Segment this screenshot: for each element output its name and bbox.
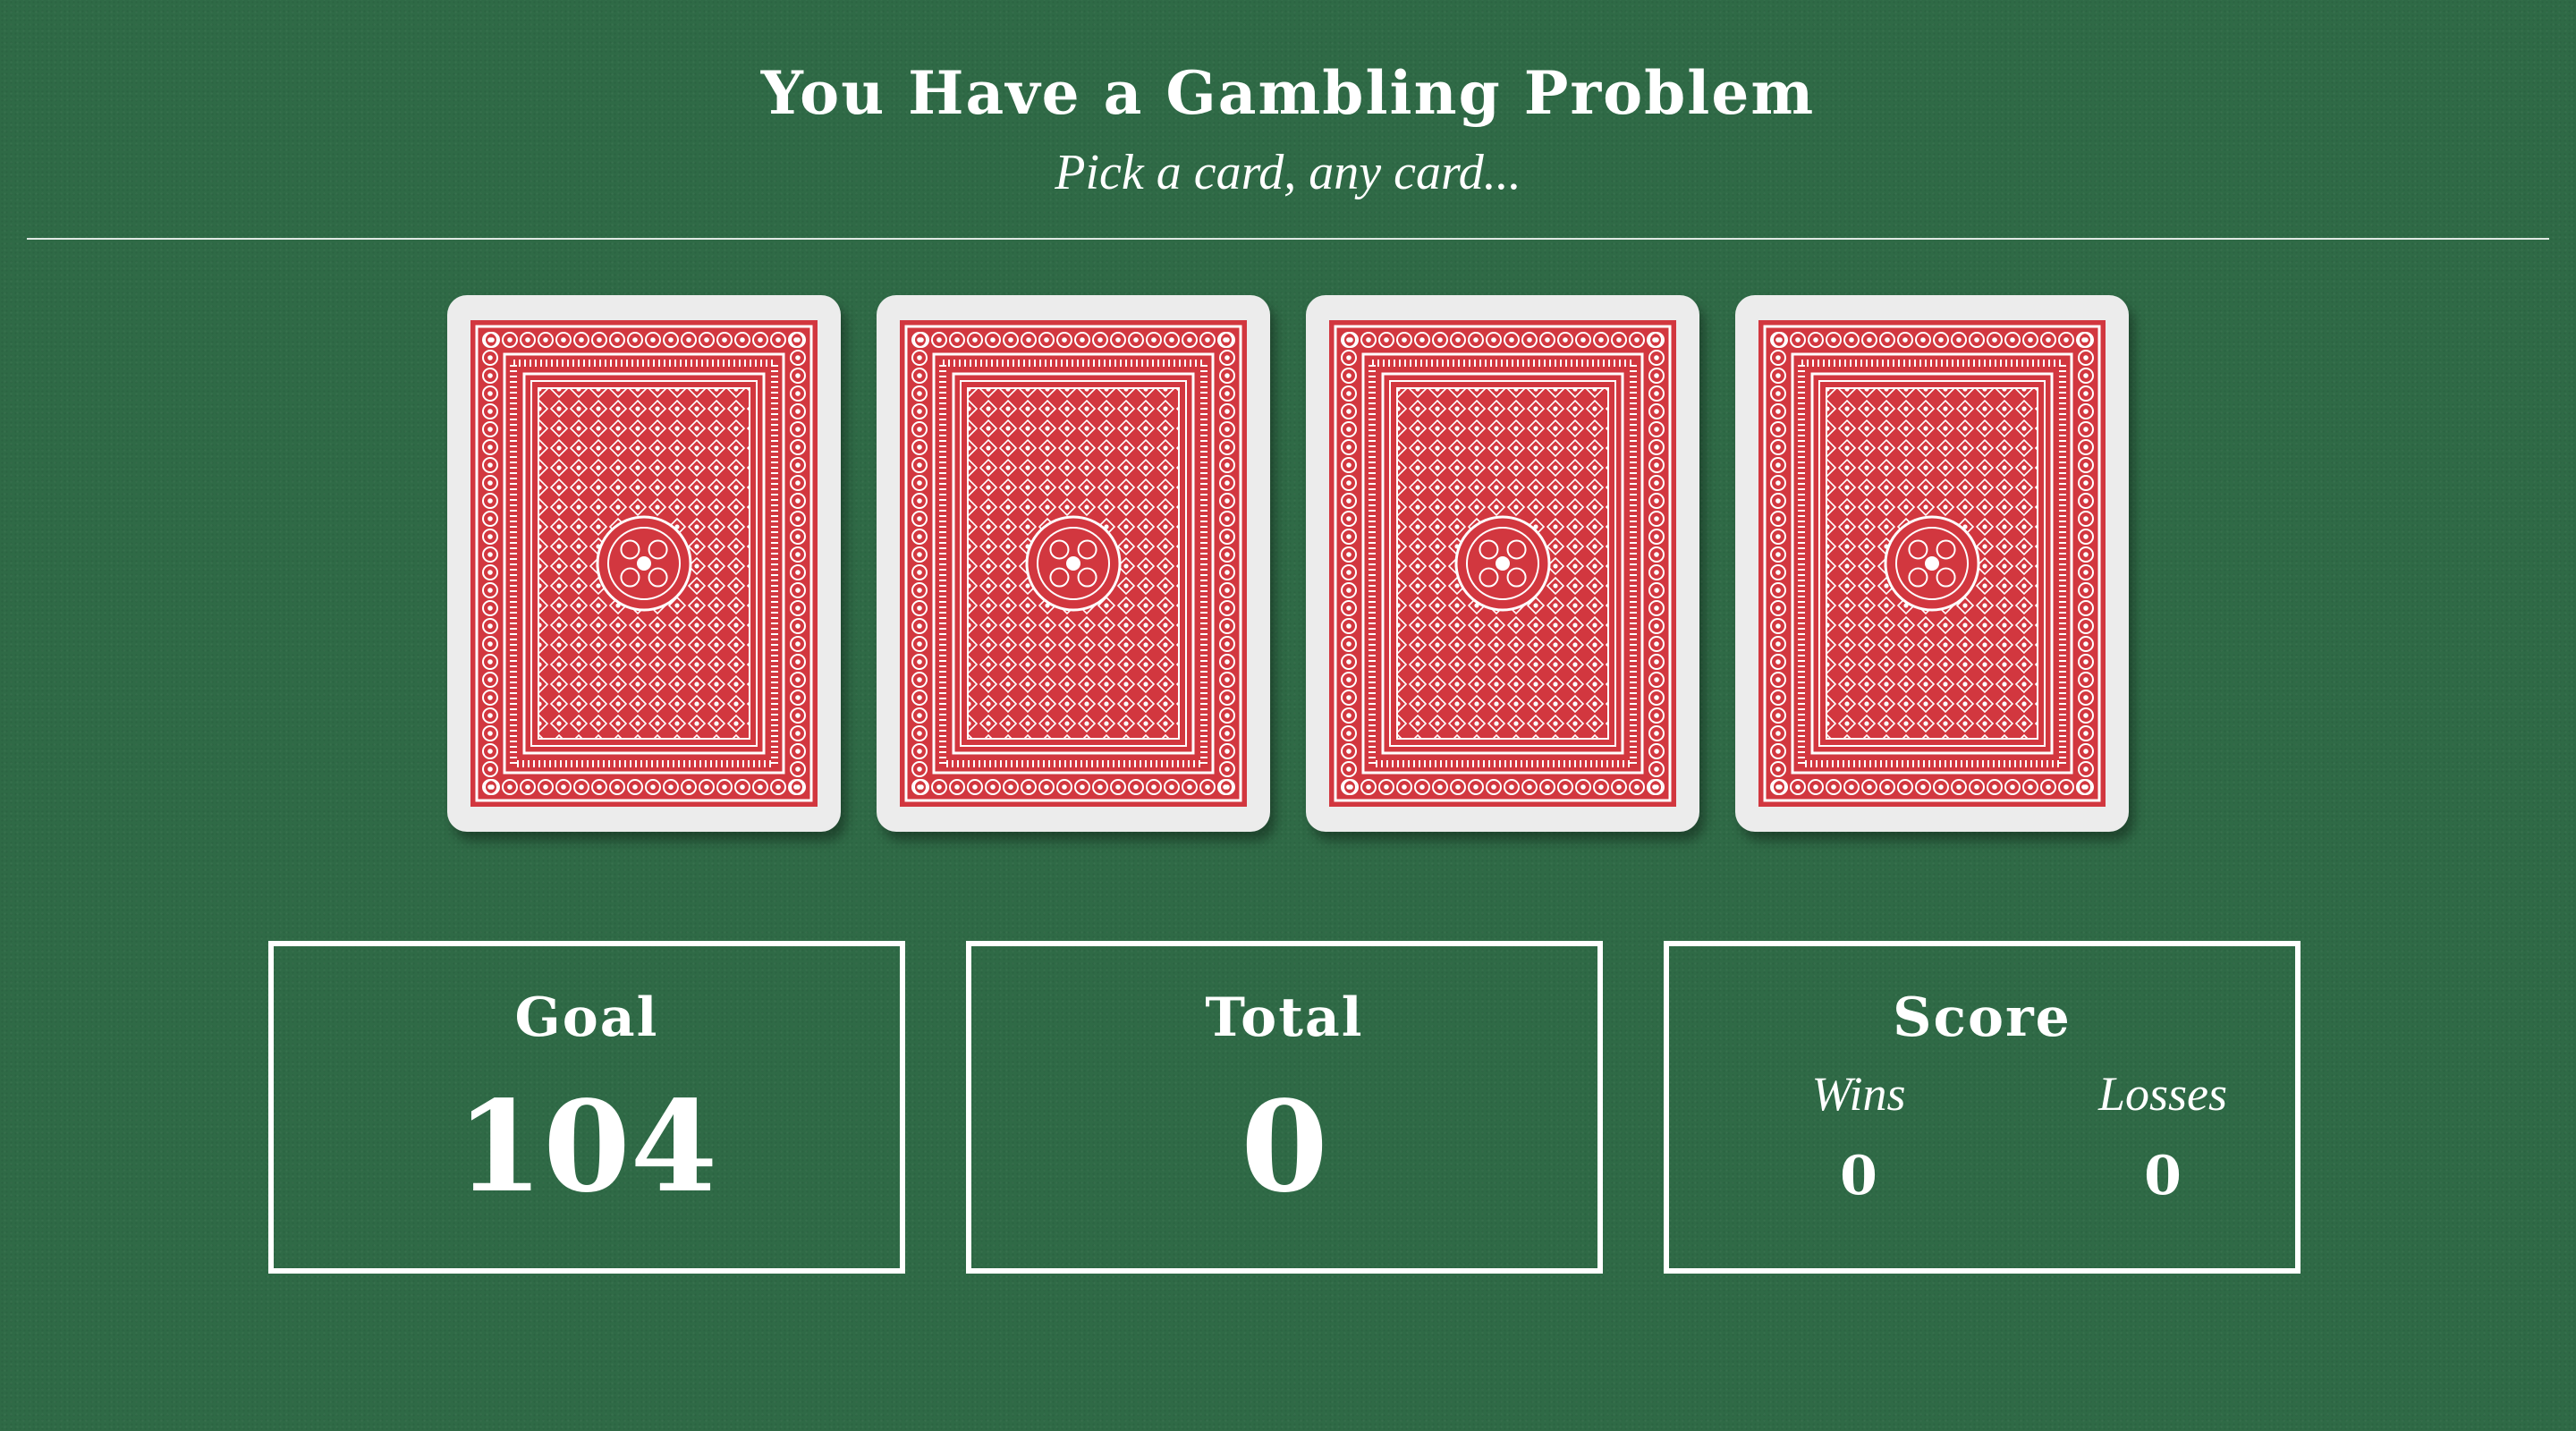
losses-label: Losses xyxy=(2097,1067,2228,1121)
total-label: Total xyxy=(1205,986,1364,1049)
card-back-pattern xyxy=(470,320,818,807)
card-row xyxy=(0,295,2576,832)
wins-value: 0 xyxy=(1840,1145,1877,1207)
page-subtitle: Pick a card, any card... xyxy=(1055,145,1521,200)
card-back-pattern xyxy=(900,320,1247,807)
goal-value: 104 xyxy=(455,1074,718,1221)
losses-column: Losses 0 xyxy=(2055,1063,2270,1209)
card-3[interactable] xyxy=(1306,295,1699,832)
losses-value: 0 xyxy=(2144,1145,2182,1207)
page-title: You Have a Gambling Problem xyxy=(760,58,1816,128)
goal-label: Goal xyxy=(514,986,659,1049)
goal-panel: Goal 104 xyxy=(268,941,905,1274)
header-divider xyxy=(27,238,2549,240)
total-value: 0 xyxy=(1241,1074,1328,1221)
score-label: Score xyxy=(1893,986,2072,1049)
card-1[interactable] xyxy=(447,295,841,832)
header: You Have a Gambling Problem Pick a card,… xyxy=(0,0,2576,240)
card-2[interactable] xyxy=(877,295,1270,832)
score-panel: Score Wins 0 Losses 0 xyxy=(1664,941,2301,1274)
wins-label: Wins xyxy=(1811,1067,1906,1121)
card-back-pattern xyxy=(1758,320,2106,807)
card-back-pattern xyxy=(1329,320,1676,807)
card-4[interactable] xyxy=(1735,295,2129,832)
total-panel: Total 0 xyxy=(966,941,1603,1274)
wins-column: Wins 0 xyxy=(1751,1063,1966,1209)
